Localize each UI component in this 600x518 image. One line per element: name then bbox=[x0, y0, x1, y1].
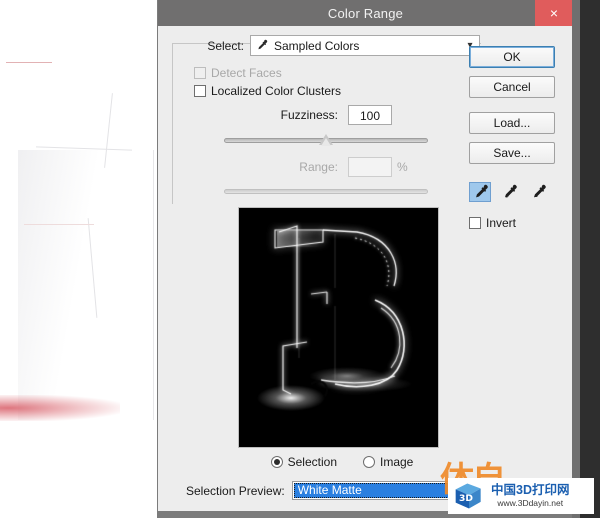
select-label: Select: bbox=[207, 38, 244, 53]
photoshop-canvas[interactable] bbox=[0, 0, 157, 518]
range-row: Range: % bbox=[218, 157, 478, 177]
fuzziness-slider[interactable] bbox=[224, 133, 428, 147]
watermark-main-text: 中国3D打印网 bbox=[491, 482, 570, 497]
selection-preview-image[interactable] bbox=[238, 207, 439, 448]
radio-selection[interactable]: Selection bbox=[270, 455, 337, 469]
color-range-dialog: Color Range × Select: Sampled Colors Det… bbox=[157, 0, 573, 511]
invert-checkbox[interactable]: Invert bbox=[469, 216, 555, 230]
dialog-body: Select: Sampled Colors ▾ Detect bbox=[158, 26, 573, 511]
eyedropper-icon[interactable] bbox=[469, 182, 491, 202]
radio-image[interactable]: Image bbox=[363, 455, 413, 469]
selection-preview-row: Selection Preview: White Matte bbox=[186, 481, 455, 500]
select-dropdown[interactable]: Sampled Colors ▾ bbox=[250, 35, 480, 56]
action-button-column: OK Cancel Load... Save... Invert bbox=[469, 46, 555, 230]
detect-faces-checkbox-box bbox=[194, 67, 206, 79]
canvas-artwork-smudge bbox=[0, 395, 120, 421]
localized-color-clusters-box[interactable] bbox=[194, 85, 206, 97]
watermark-url: www.3Ddayin.net bbox=[497, 498, 564, 509]
eyedropper-icon bbox=[255, 39, 268, 52]
watermark-text-block: 中国3D打印网 www.3Ddayin.net bbox=[491, 482, 570, 509]
window-right-edge bbox=[572, 0, 580, 518]
selection-preview-canvas bbox=[239, 208, 438, 447]
cancel-button[interactable]: Cancel bbox=[469, 76, 555, 98]
range-slider-track bbox=[224, 189, 428, 194]
canvas-artwork-line bbox=[24, 224, 94, 225]
select-row: Select: Sampled Colors ▾ bbox=[188, 35, 480, 56]
fuzziness-slider-thumb[interactable] bbox=[319, 134, 333, 146]
selection-preview-value: White Matte bbox=[293, 483, 453, 498]
fuzziness-row: Fuzziness: 100 bbox=[218, 105, 478, 125]
range-input bbox=[348, 157, 392, 177]
load-button[interactable]: Load... bbox=[469, 112, 555, 134]
invert-checkbox-box[interactable] bbox=[469, 217, 481, 229]
dialog-titlebar[interactable]: Color Range × bbox=[158, 0, 573, 26]
canvas-artwork-line bbox=[6, 62, 52, 63]
localized-color-clusters-checkbox[interactable]: Localized Color Clusters bbox=[194, 84, 341, 98]
svg-text:3D: 3D bbox=[459, 493, 473, 504]
ok-button[interactable]: OK bbox=[469, 46, 555, 68]
radio-selection-dot bbox=[270, 456, 283, 468]
eyedropper-minus-icon[interactable] bbox=[527, 182, 549, 202]
radio-image-label: Image bbox=[380, 455, 414, 469]
select-value: Sampled Colors bbox=[274, 38, 360, 53]
radio-selection-label: Selection bbox=[287, 455, 337, 469]
close-icon[interactable]: × bbox=[535, 0, 573, 26]
eyedropper-toolbar bbox=[469, 182, 555, 202]
selection-preview-dropdown[interactable]: White Matte bbox=[291, 481, 455, 500]
eyedropper-plus-icon[interactable] bbox=[498, 182, 520, 202]
watermark: 3D 中国3D打印网 www.3Ddayin.net bbox=[448, 478, 594, 514]
range-label: Range: bbox=[299, 160, 338, 174]
range-slider bbox=[224, 184, 428, 198]
fuzziness-input[interactable]: 100 bbox=[348, 105, 392, 125]
preview-mode-radio-group: Selection Image bbox=[242, 455, 442, 469]
save-button[interactable]: Save... bbox=[469, 142, 555, 164]
localized-color-clusters-label: Localized Color Clusters bbox=[211, 84, 342, 98]
detect-faces-checkbox: Detect Faces bbox=[194, 66, 282, 80]
selection-preview-label: Selection Preview: bbox=[186, 483, 285, 498]
dialog-title: Color Range bbox=[327, 5, 404, 21]
screenshot-root: Color Range × Select: Sampled Colors Det… bbox=[0, 0, 600, 518]
fuzziness-label: Fuzziness: bbox=[280, 108, 338, 122]
invert-label: Invert bbox=[486, 216, 517, 230]
watermark-3d-cube-icon: 3D bbox=[455, 483, 481, 509]
detect-faces-label: Detect Faces bbox=[211, 66, 282, 80]
range-percent-label: % bbox=[397, 160, 408, 174]
radio-image-dot bbox=[363, 456, 375, 468]
